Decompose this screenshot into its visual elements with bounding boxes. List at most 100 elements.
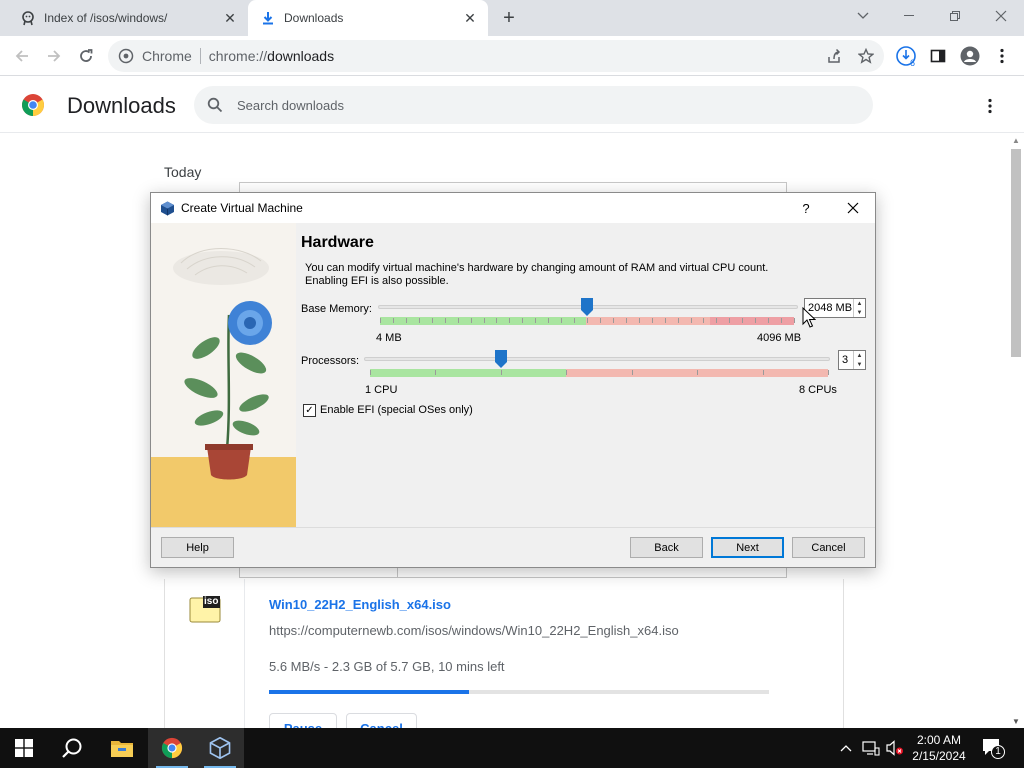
tab-downloads[interactable]: Downloads ✕	[248, 0, 488, 36]
chrome-taskbar-button[interactable]	[148, 728, 196, 768]
scroll-down-arrow-icon[interactable]: ▼	[1008, 714, 1024, 728]
download-icon	[260, 10, 276, 26]
reload-icon[interactable]	[72, 42, 100, 70]
share-icon[interactable]	[820, 42, 848, 70]
close-tab-icon[interactable]: ✕	[460, 8, 480, 28]
chrome-page-icon[interactable]	[118, 48, 134, 64]
slider-tick	[574, 318, 576, 323]
dialog-titlebar: Create Virtual Machine ?	[151, 193, 875, 223]
slider-tick	[522, 318, 524, 323]
dialog-title: Create Virtual Machine	[181, 201, 303, 215]
file-url[interactable]: https://computernewb.com/isos/windows/Wi…	[269, 623, 679, 638]
memory-slider-thumb[interactable]	[581, 298, 593, 316]
processors-slider[interactable]	[364, 357, 830, 361]
slider-tick	[457, 318, 459, 323]
close-tab-icon[interactable]: ✕	[220, 8, 240, 28]
page-scrollbar[interactable]: ▲ ▼	[1008, 133, 1024, 728]
omnibox-separator	[199, 48, 201, 64]
clock-time: 2:00 AM	[916, 733, 962, 747]
help-button[interactable]: Help	[161, 537, 234, 558]
back-icon[interactable]	[8, 42, 36, 70]
hardware-page: Hardware You can modify virtual machine'…	[296, 223, 875, 527]
processors-spin-arrows[interactable]: ▲ ▼	[853, 351, 865, 369]
processors-slider-thumb[interactable]	[494, 350, 507, 368]
search-input[interactable]	[237, 97, 797, 113]
chrome-icon	[161, 737, 183, 759]
background-window-edge	[397, 568, 398, 578]
file-explorer-button[interactable]	[98, 728, 146, 768]
restore-button[interactable]	[932, 0, 978, 32]
spin-down-icon[interactable]: ▼	[854, 360, 865, 369]
slider-tick	[690, 318, 692, 323]
show-hidden-icons-icon[interactable]	[836, 728, 856, 768]
slider-tick	[794, 318, 795, 323]
slider-tick	[483, 318, 485, 323]
memory-spin-arrows[interactable]: ▲ ▼	[853, 299, 865, 317]
slider-tick	[677, 318, 679, 323]
memory-min-label: 4 MB	[376, 332, 402, 344]
section-heading: Today	[164, 164, 202, 180]
efi-checkbox-label[interactable]: Enable EFI (special OSes only)	[320, 404, 473, 416]
slider-tick	[405, 318, 407, 323]
spin-down-icon[interactable]: ▼	[854, 308, 865, 317]
windows-taskbar: 2:00 AM 2/15/2024 1	[0, 728, 1024, 768]
downloads-toolbar-icon[interactable]: 6	[892, 42, 920, 70]
spin-up-icon[interactable]: ▲	[854, 351, 865, 360]
network-icon[interactable]	[860, 728, 882, 768]
close-window-button[interactable]	[978, 0, 1024, 32]
virtualbox-icon	[209, 737, 231, 759]
tab-title: Index of /isos/windows/	[44, 11, 168, 25]
minimize-button[interactable]	[886, 0, 932, 32]
slider-tick	[625, 318, 627, 323]
slider-tick	[638, 318, 640, 323]
volume-muted-icon[interactable]	[884, 728, 906, 768]
scroll-thumb[interactable]	[1011, 149, 1021, 357]
tab-index-isos[interactable]: Index of /isos/windows/ ✕	[8, 0, 248, 36]
start-button[interactable]	[0, 728, 48, 768]
slider-tick	[631, 370, 633, 375]
cancel-button[interactable]: Cancel	[792, 537, 865, 558]
downloads-menu-icon[interactable]	[978, 94, 1002, 118]
checkmark-icon: ✓	[305, 405, 314, 416]
cpu-min-label: 1 CPU	[365, 384, 398, 396]
taskbar-clock[interactable]: 2:00 AM 2/15/2024	[906, 732, 972, 764]
virtualbox-taskbar-button[interactable]	[196, 728, 244, 768]
profile-avatar-icon[interactable]	[956, 42, 984, 70]
slider-tick	[716, 318, 718, 323]
scroll-up-arrow-icon[interactable]: ▲	[1008, 133, 1024, 147]
bookmark-star-icon[interactable]	[852, 42, 880, 70]
slider-tick	[470, 318, 472, 323]
next-button[interactable]: Next	[711, 537, 784, 558]
search-downloads-box[interactable]	[194, 86, 873, 124]
tab-strip: Index of /isos/windows/ ✕ Downloads ✕ +	[0, 0, 1024, 36]
context-help-button[interactable]: ?	[791, 193, 821, 223]
taskbar-search-button[interactable]	[48, 728, 96, 768]
tab-title: Downloads	[284, 11, 344, 25]
tab-search-icon[interactable]	[840, 0, 886, 32]
efi-checkbox[interactable]: ✓	[303, 404, 316, 417]
browser-menu-icon[interactable]	[988, 42, 1016, 70]
downloads-badge: 6	[910, 58, 916, 68]
processors-spinbox[interactable]: 3 ▲ ▼	[838, 350, 866, 370]
action-center-button[interactable]: 1	[980, 736, 1006, 760]
slider-tick	[370, 370, 371, 375]
url-text: chrome://downloads	[209, 48, 334, 64]
download-progress-bar	[269, 690, 769, 694]
card-divider	[244, 579, 245, 739]
slider-tick	[612, 318, 614, 323]
file-name-link[interactable]: Win10_22H2_English_x64.iso	[269, 597, 451, 612]
slider-tick	[500, 370, 502, 375]
back-button[interactable]: Back	[630, 537, 703, 558]
download-status: 5.6 MB/s - 2.3 GB of 5.7 GB, 10 mins lef…	[269, 659, 505, 674]
address-bar[interactable]: Chrome chrome://downloads	[108, 40, 884, 72]
forward-icon[interactable]	[40, 42, 68, 70]
new-tab-button[interactable]: +	[498, 7, 520, 29]
side-panel-icon[interactable]	[924, 42, 952, 70]
spin-up-icon[interactable]: ▲	[854, 299, 865, 308]
slider-tick	[535, 318, 537, 323]
site-label: Chrome	[142, 48, 192, 64]
search-icon	[62, 738, 82, 758]
slider-tick	[729, 318, 731, 323]
slider-tick	[768, 318, 770, 323]
close-dialog-button[interactable]	[833, 193, 873, 223]
